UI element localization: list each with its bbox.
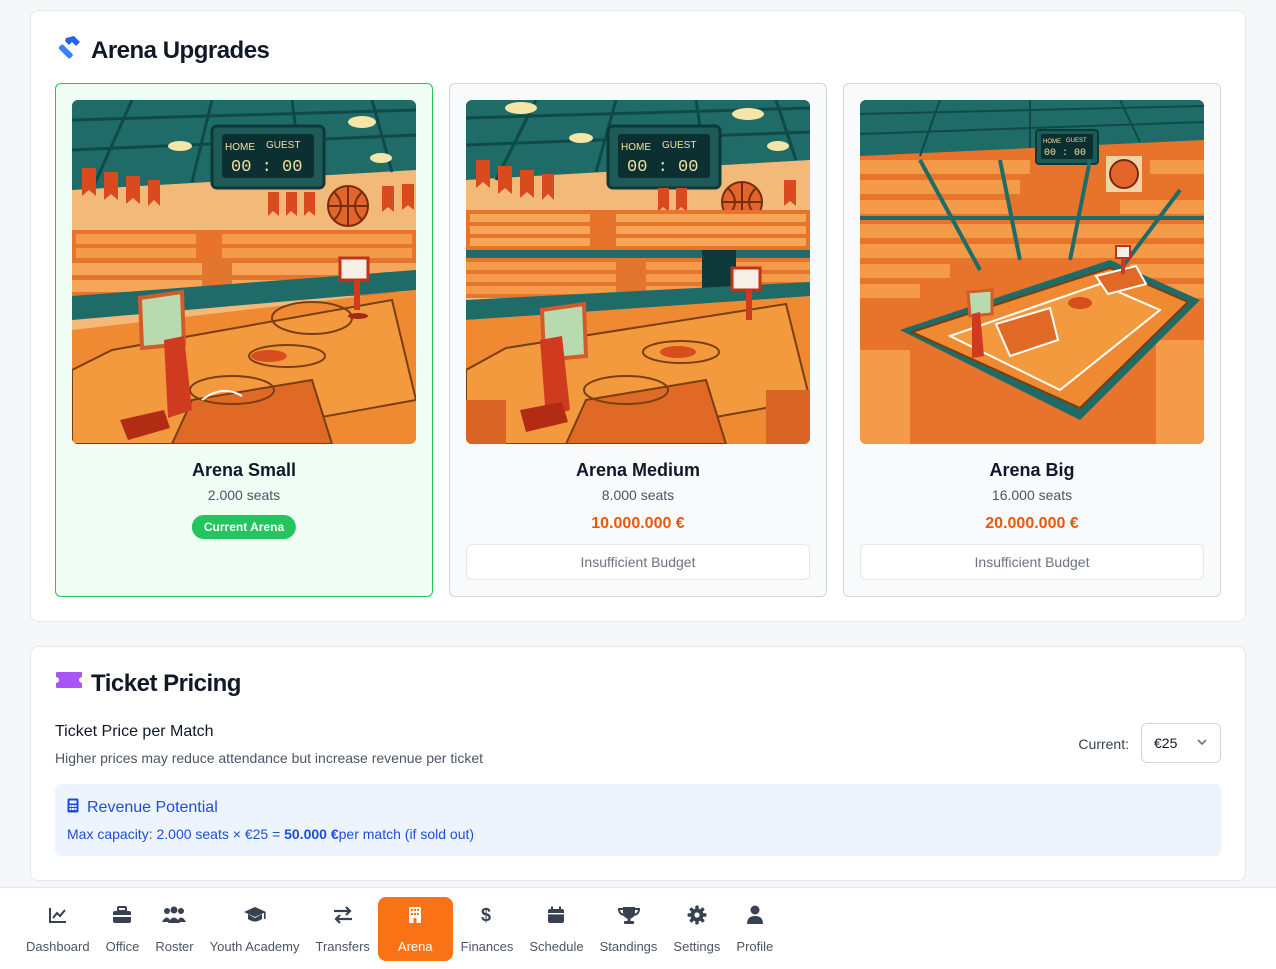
svg-text:HOME: HOME	[1043, 139, 1061, 145]
ticket-price-select[interactable]: €25	[1141, 723, 1221, 763]
svg-text:GUEST: GUEST	[1066, 138, 1087, 144]
nav-item-finances[interactable]: $ Finances	[453, 897, 522, 961]
arena-big-image: HOME GUEST 00 : 00	[860, 100, 1204, 444]
gear-icon	[687, 905, 707, 925]
nav-label-finances: Finances	[460, 939, 514, 954]
arena-upgrades-card: Arena Upgrades HOME GUEST 00: 00 Arena …	[30, 10, 1246, 622]
nav-item-schedule[interactable]: Schedule	[521, 897, 591, 961]
ticket-price-label: Ticket Price per Match	[55, 723, 214, 740]
nav-label-profile: Profile	[736, 939, 774, 954]
ticket-pricing-card: Ticket Pricing Ticket Price per Match Hi…	[30, 646, 1246, 881]
calculator-icon	[67, 798, 79, 818]
chart-line-icon	[48, 905, 68, 925]
arena-option-medium: HOME GUEST 00 : 00 Arena Medium 8.000 se…	[449, 83, 827, 597]
building-icon	[408, 905, 422, 925]
revenue-potential-title: Revenue Potential	[67, 798, 218, 818]
arena-big-name: Arena Big	[989, 460, 1075, 480]
nav-label-standings: Standings	[599, 939, 658, 954]
arena-big-upgrade-button[interactable]: Insufficient Budget	[860, 544, 1204, 580]
nav-label-dashboard: Dashboard	[26, 939, 90, 954]
revenue-potential-box: Revenue Potential Max capacity: 2.000 se…	[55, 784, 1221, 856]
nav-item-transfers[interactable]: Transfers	[308, 897, 378, 961]
ticket-price-help: Higher prices may reduce attendance but …	[55, 750, 484, 766]
arena-medium-image: HOME GUEST 00 : 00	[466, 100, 810, 444]
ticket-price-value: €25	[1154, 735, 1178, 751]
nav-label-schedule: Schedule	[529, 939, 584, 954]
svg-text:GUEST: GUEST	[266, 140, 300, 151]
arena-small-seats: 2.000 seats	[207, 487, 281, 503]
revenue-amount: 50.000 €	[284, 826, 339, 842]
revenue-potential-heading: Revenue Potential	[87, 799, 218, 816]
briefcase-icon	[112, 905, 132, 925]
svg-text:GUEST: GUEST	[662, 140, 696, 151]
svg-text:HOME: HOME	[621, 142, 651, 153]
arena-options: HOME GUEST 00 : 00 Arena Small 2.000 sea…	[55, 83, 1221, 597]
nav-item-dashboard[interactable]: Dashboard	[18, 897, 98, 961]
nav-label-roster: Roster	[155, 939, 194, 954]
arena-medium-upgrade-button[interactable]: Insufficient Budget	[466, 544, 810, 580]
ticket-icon	[55, 669, 83, 698]
nav-item-arena[interactable]: Arena	[377, 897, 453, 961]
nav-item-roster[interactable]: Roster	[147, 897, 201, 961]
graduation-cap-icon	[243, 905, 267, 925]
arena-small-name: Arena Small	[191, 460, 297, 480]
arena-upgrades-heading: Arena Upgrades	[91, 36, 270, 64]
arena-big-seats: 16.000 seats	[991, 487, 1073, 503]
arena-option-big: HOME GUEST 00 : 00 Arena Big 16.000 seat…	[843, 83, 1221, 597]
user-icon	[746, 905, 764, 925]
svg-text:00 : 00: 00 : 00	[627, 158, 698, 177]
svg-text:HOME: HOME	[225, 142, 255, 153]
arrows-exchange-icon	[332, 905, 354, 925]
arena-medium-price: 10.000.000 €	[591, 515, 685, 532]
current-arena-badge: Current Arena	[191, 515, 297, 539]
dollar-icon: $	[480, 905, 494, 925]
ticket-pricing-title: Ticket Pricing	[55, 669, 241, 698]
nav-label-arena: Arena	[397, 939, 433, 954]
arena-medium-name: Arena Medium	[575, 460, 701, 480]
nav-item-office[interactable]: Office	[98, 897, 148, 961]
nav-label-youth-academy: Youth Academy	[209, 939, 300, 954]
nav-label-transfers: Transfers	[315, 939, 370, 954]
revenue-line-prefix: Max capacity: 2.000 seats × €25 =	[67, 826, 285, 842]
svg-text:$: $	[481, 905, 491, 925]
current-price-label: Current:	[1078, 736, 1129, 752]
nav-item-youth-academy[interactable]: Youth Academy	[202, 897, 308, 961]
arena-page: Arena Upgrades HOME GUEST 00: 00 Arena …	[0, 0, 1276, 886]
users-icon	[162, 905, 187, 925]
hammer-icon	[55, 33, 83, 68]
arena-medium-seats: 8.000 seats	[601, 487, 675, 503]
bottom-navigation: Dashboard Office Roster Youth Academy Tr…	[0, 887, 1276, 969]
arena-option-small: HOME GUEST 00 : 00 Arena Small 2.000 sea…	[55, 83, 433, 597]
arena-upgrades-title: Arena Upgrades	[55, 33, 270, 68]
trophy-icon	[617, 905, 640, 925]
nav-item-standings[interactable]: Standings	[592, 897, 666, 961]
nav-label-settings: Settings	[673, 939, 721, 954]
nav-item-settings[interactable]: Settings	[665, 897, 728, 961]
svg-text:00 : 00: 00 : 00	[1044, 148, 1086, 159]
revenue-line-suffix: per match (if sold out)	[338, 826, 475, 842]
nav-item-profile[interactable]: Profile	[728, 897, 781, 961]
arena-big-price: 20.000.000 €	[985, 515, 1079, 532]
calendar-icon	[547, 905, 565, 925]
chevron-down-icon	[1196, 735, 1208, 751]
ticket-pricing-heading: Ticket Pricing	[91, 669, 241, 697]
arena-small-image: HOME GUEST 00 : 00	[72, 100, 416, 444]
svg-text:00 : 00: 00 : 00	[231, 158, 302, 177]
revenue-potential-detail: Max capacity: 2.000 seats × €25 = 50.000…	[67, 826, 474, 842]
nav-label-office: Office	[105, 939, 140, 954]
